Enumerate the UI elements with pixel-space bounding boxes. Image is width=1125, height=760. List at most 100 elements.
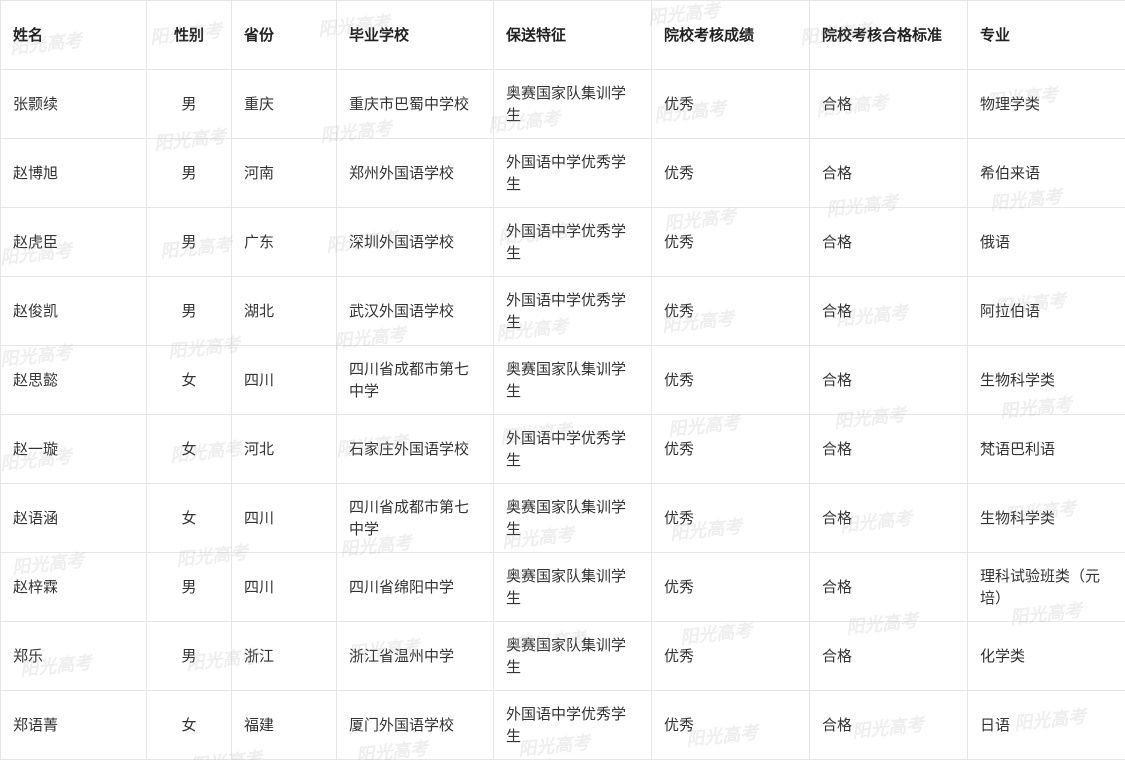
cell-major: 阿拉伯语 — [967, 276, 1125, 346]
cell-gender: 女 — [146, 345, 232, 415]
cell-feature: 奥赛国家队集训学生 — [493, 483, 652, 553]
cell-score: 优秀 — [651, 345, 810, 415]
cell-major: 化学类 — [967, 621, 1125, 691]
cell-gender: 男 — [146, 69, 232, 139]
cell-standard: 合格 — [809, 414, 968, 484]
table-row: 赵虎臣男广东 深圳外国语学校 外国语中学优秀学生 优秀 合格 俄语 — [0, 207, 1125, 277]
header-feature: 保送特征 — [493, 0, 652, 70]
cell-standard: 合格 — [809, 276, 968, 346]
cell-gender: 男 — [146, 621, 232, 691]
table-row: 赵思懿女四川 四川省成都市第七中学 奥赛国家队集训学生 优秀 合格 生物科学类 — [0, 345, 1125, 415]
cell-gender: 女 — [146, 414, 232, 484]
cell-province: 广东 — [231, 207, 337, 277]
cell-gender: 男 — [146, 138, 232, 208]
cell-school: 深圳外国语学校 — [336, 207, 494, 277]
table-row: 张颢续男重庆 重庆市巴蜀中学校 奥赛国家队集训学生 优秀 合格 物理学类 — [0, 69, 1125, 139]
cell-major: 日语 — [967, 690, 1125, 760]
cell-feature: 奥赛国家队集训学生 — [493, 345, 652, 415]
cell-major: 俄语 — [967, 207, 1125, 277]
cell-school: 浙江省温州中学 — [336, 621, 494, 691]
cell-score: 优秀 — [651, 690, 810, 760]
cell-school: 石家庄外国语学校 — [336, 414, 494, 484]
cell-name: 郑语菁 — [0, 690, 147, 760]
cell-province: 四川 — [231, 552, 337, 622]
cell-score: 优秀 — [651, 276, 810, 346]
cell-name: 赵一璇 — [0, 414, 147, 484]
table-row: 郑乐男浙江 浙江省温州中学 奥赛国家队集训学生 优秀 合格 化学类 — [0, 621, 1125, 691]
cell-province: 重庆 — [231, 69, 337, 139]
cell-major: 梵语巴利语 — [967, 414, 1125, 484]
cell-name: 赵梓霖 — [0, 552, 147, 622]
cell-score: 优秀 — [651, 552, 810, 622]
cell-name: 赵虎臣 — [0, 207, 147, 277]
cell-score: 优秀 — [651, 414, 810, 484]
header-score: 院校考核成绩 — [651, 0, 810, 70]
cell-standard: 合格 — [809, 345, 968, 415]
cell-feature: 外国语中学优秀学生 — [493, 276, 652, 346]
cell-feature: 外国语中学优秀学生 — [493, 690, 652, 760]
cell-name: 张颢续 — [0, 69, 147, 139]
cell-feature: 外国语中学优秀学生 — [493, 414, 652, 484]
cell-name: 赵思懿 — [0, 345, 147, 415]
cell-province: 河南 — [231, 138, 337, 208]
header-gender: 性别 — [146, 0, 232, 70]
cell-school: 厦门外国语学校 — [336, 690, 494, 760]
cell-feature: 外国语中学优秀学生 — [493, 138, 652, 208]
cell-major: 生物科学类 — [967, 345, 1125, 415]
admission-table: 姓名 性别 省份 毕业学校 保送特征 院校考核成绩 院校考核合格标准 专业 张颢… — [0, 0, 1125, 760]
cell-school: 四川省绵阳中学 — [336, 552, 494, 622]
table-row: 赵博旭男河南 郑州外国语学校 外国语中学优秀学生 优秀 合格 希伯来语 — [0, 138, 1125, 208]
cell-standard: 合格 — [809, 621, 968, 691]
cell-major: 生物科学类 — [967, 483, 1125, 553]
cell-province: 福建 — [231, 690, 337, 760]
cell-gender: 女 — [146, 483, 232, 553]
cell-standard: 合格 — [809, 69, 968, 139]
cell-score: 优秀 — [651, 207, 810, 277]
cell-name: 郑乐 — [0, 621, 147, 691]
cell-score: 优秀 — [651, 621, 810, 691]
cell-school: 郑州外国语学校 — [336, 138, 494, 208]
cell-major: 物理学类 — [967, 69, 1125, 139]
cell-gender: 男 — [146, 276, 232, 346]
cell-score: 优秀 — [651, 138, 810, 208]
cell-province: 四川 — [231, 345, 337, 415]
cell-school: 重庆市巴蜀中学校 — [336, 69, 494, 139]
cell-school: 四川省成都市第七中学 — [336, 345, 494, 415]
cell-province: 浙江 — [231, 621, 337, 691]
cell-score: 优秀 — [651, 483, 810, 553]
cell-name: 赵语涵 — [0, 483, 147, 553]
table-row: 赵语涵女四川 四川省成都市第七中学 奥赛国家队集训学生 优秀 合格 生物科学类 — [0, 483, 1125, 553]
cell-gender: 女 — [146, 690, 232, 760]
table-row: 赵梓霖男四川 四川省绵阳中学 奥赛国家队集训学生 优秀 合格 理科试验班类（元培） — [0, 552, 1125, 622]
header-school: 毕业学校 — [336, 0, 494, 70]
cell-feature: 奥赛国家队集训学生 — [493, 69, 652, 139]
cell-standard: 合格 — [809, 207, 968, 277]
cell-major: 理科试验班类（元培） — [967, 552, 1125, 622]
cell-feature: 奥赛国家队集训学生 — [493, 552, 652, 622]
cell-feature: 外国语中学优秀学生 — [493, 207, 652, 277]
cell-standard: 合格 — [809, 483, 968, 553]
table-header-row: 姓名 性别 省份 毕业学校 保送特征 院校考核成绩 院校考核合格标准 专业 — [0, 0, 1125, 70]
table-row: 郑语菁女福建 厦门外国语学校 外国语中学优秀学生 优秀 合格 日语 — [0, 690, 1125, 760]
header-standard: 院校考核合格标准 — [809, 0, 968, 70]
header-major: 专业 — [967, 0, 1125, 70]
cell-gender: 男 — [146, 552, 232, 622]
cell-standard: 合格 — [809, 138, 968, 208]
cell-province: 四川 — [231, 483, 337, 553]
cell-score: 优秀 — [651, 69, 810, 139]
cell-name: 赵俊凯 — [0, 276, 147, 346]
header-province: 省份 — [231, 0, 337, 70]
cell-standard: 合格 — [809, 552, 968, 622]
cell-name: 赵博旭 — [0, 138, 147, 208]
table-row: 赵俊凯男湖北 武汉外国语学校 外国语中学优秀学生 优秀 合格 阿拉伯语 — [0, 276, 1125, 346]
cell-major: 希伯来语 — [967, 138, 1125, 208]
cell-feature: 奥赛国家队集训学生 — [493, 621, 652, 691]
cell-standard: 合格 — [809, 690, 968, 760]
cell-gender: 男 — [146, 207, 232, 277]
cell-school: 四川省成都市第七中学 — [336, 483, 494, 553]
cell-province: 河北 — [231, 414, 337, 484]
table-row: 赵一璇女河北 石家庄外国语学校 外国语中学优秀学生 优秀 合格 梵语巴利语 — [0, 414, 1125, 484]
header-name: 姓名 — [0, 0, 147, 70]
cell-school: 武汉外国语学校 — [336, 276, 494, 346]
cell-province: 湖北 — [231, 276, 337, 346]
